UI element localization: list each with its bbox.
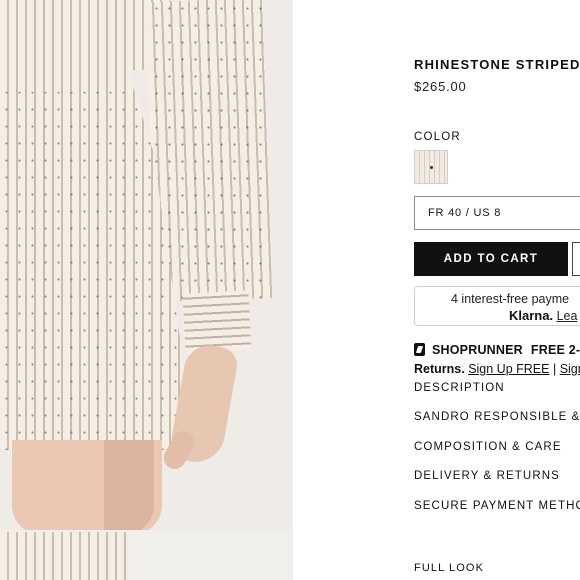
shoprunner-banner: SHOPRUNNER FREE 2- bbox=[414, 343, 580, 357]
color-swatch[interactable] bbox=[414, 150, 448, 184]
klarna-row: Klarna. Lea bbox=[509, 308, 577, 323]
model-leg-shadow bbox=[104, 440, 154, 530]
accordion-description[interactable]: DESCRIPTION bbox=[414, 382, 505, 394]
shoprunner-offer: FREE 2- bbox=[530, 343, 580, 357]
shoprunner-brand: SHOPRUNNER bbox=[432, 343, 523, 357]
klarna-logo: Klarna. bbox=[509, 308, 554, 323]
accordion-composition[interactable]: COMPOSITION & CARE bbox=[414, 441, 562, 453]
accordion-delivery[interactable]: DELIVERY & RETURNS bbox=[414, 470, 560, 482]
size-select[interactable]: FR 40 / US 8 bbox=[414, 196, 580, 230]
product-image-main[interactable] bbox=[0, 0, 293, 530]
wishlist-button[interactable] bbox=[572, 242, 580, 276]
klarna-learn-more-link[interactable]: Lea bbox=[557, 309, 578, 323]
klarna-banner: 4 interest-free payme Klarna. Lea bbox=[414, 286, 580, 326]
full-look-heading: FULL LOOK bbox=[414, 562, 485, 574]
accordion-responsible[interactable]: SANDRO RESPONSIBLE & SU bbox=[414, 411, 580, 423]
sign-up-link[interactable]: Sign Up FREE bbox=[468, 362, 549, 376]
shoprunner-icon bbox=[414, 343, 425, 356]
product-image-secondary[interactable] bbox=[0, 532, 130, 580]
swatch-rhinestone-dot bbox=[430, 166, 433, 169]
accordion-secure-payment[interactable]: SECURE PAYMENT METHODS bbox=[414, 500, 580, 512]
sign-in-link[interactable]: Sign bbox=[560, 362, 580, 376]
product-title: RHINESTONE STRIPED P bbox=[414, 57, 580, 72]
secondary-image-fabric bbox=[0, 532, 130, 580]
product-price: $265.00 bbox=[414, 79, 467, 94]
shirt-cuff bbox=[182, 290, 252, 354]
product-info-panel: RHINESTONE STRIPED P $265.00 COLOR FR 40… bbox=[414, 0, 580, 580]
returns-label: Returns. bbox=[414, 362, 465, 376]
add-to-cart-button[interactable]: ADD TO CART bbox=[414, 242, 568, 276]
product-gallery bbox=[0, 0, 293, 580]
color-label: COLOR bbox=[414, 131, 461, 143]
skirt-waistband bbox=[0, 48, 128, 92]
klarna-text: 4 interest-free payme bbox=[451, 292, 570, 306]
link-separator: | bbox=[552, 362, 557, 376]
shoprunner-returns-line: Returns. Sign Up FREE | Sign bbox=[414, 362, 580, 376]
